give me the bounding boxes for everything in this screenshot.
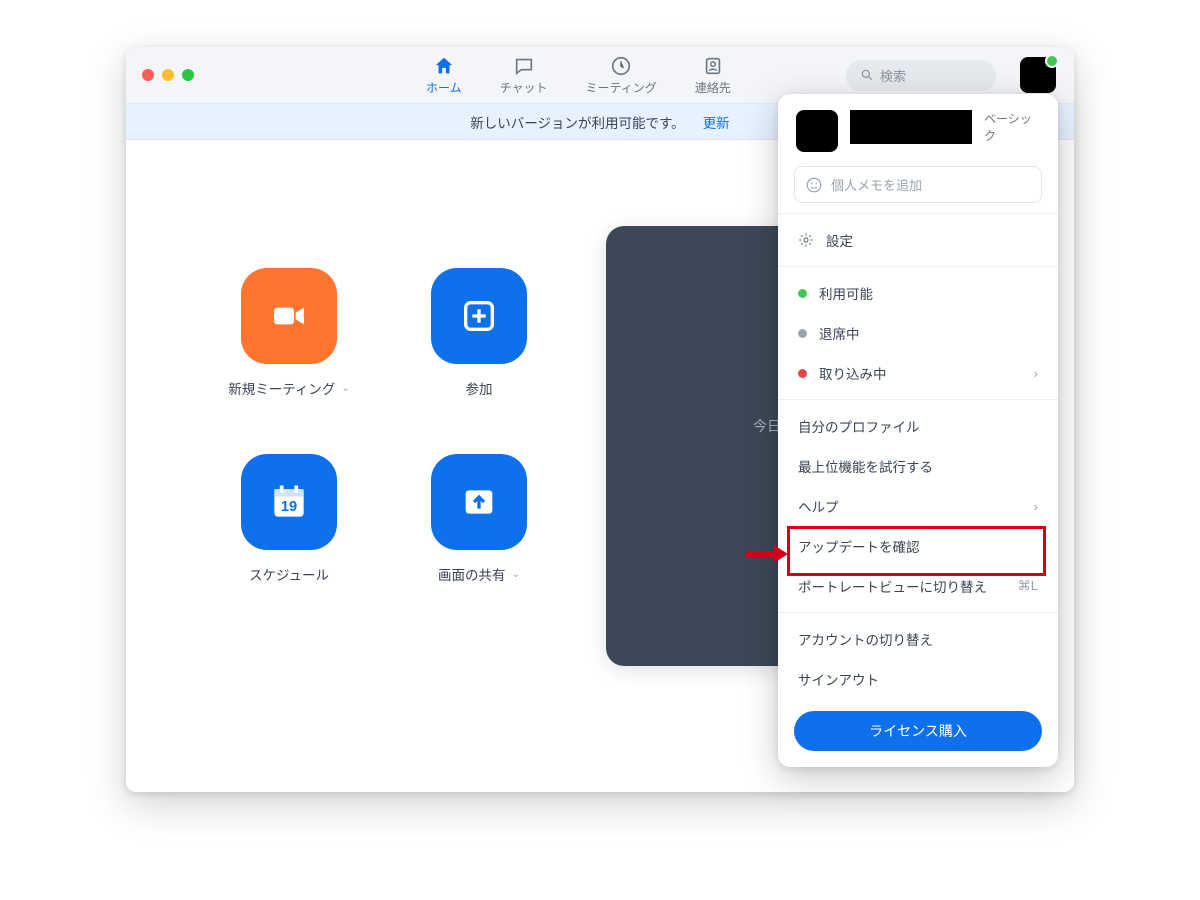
menu-try-features[interactable]: 最上位機能を試行する xyxy=(778,446,1058,486)
menu-profile-label: 自分のプロファイル xyxy=(798,416,920,436)
video-icon xyxy=(269,296,309,336)
avatar xyxy=(796,110,838,152)
nav-chat[interactable]: チャット xyxy=(500,55,548,96)
new-meeting-label: 新規ミーティング xyxy=(228,378,335,398)
join-button[interactable]: 参加 xyxy=(404,268,554,398)
join-label: 参加 xyxy=(466,378,493,398)
divider xyxy=(778,266,1058,267)
menu-settings[interactable]: 設定 xyxy=(778,220,1058,260)
menu-help[interactable]: ヘルプ › xyxy=(778,486,1058,526)
top-nav: ホーム チャット ミーティング 連絡先 xyxy=(426,55,731,96)
search-icon xyxy=(860,68,874,82)
menu-switch-account-label: アカウントの切り替え xyxy=(798,629,933,649)
menu-status-dnd[interactable]: 取り込み中 › xyxy=(778,353,1058,393)
menu-profile[interactable]: 自分のプロファイル xyxy=(778,406,1058,446)
chevron-right-icon: › xyxy=(1034,366,1038,381)
menu-try-features-label: 最上位機能を試行する xyxy=(798,456,933,476)
chevron-down-icon: ⌄ xyxy=(341,383,349,394)
clock-icon xyxy=(610,55,632,77)
status-dot-gray xyxy=(798,329,807,338)
contacts-icon xyxy=(702,55,724,77)
chevron-right-icon: › xyxy=(1034,499,1038,514)
close-window-button[interactable] xyxy=(142,69,154,81)
chevron-down-icon: ⌄ xyxy=(512,569,520,580)
menu-sign-out[interactable]: サインアウト xyxy=(778,659,1058,699)
nav-home-label: ホーム xyxy=(426,79,462,96)
status-dot-red xyxy=(798,369,807,378)
search-placeholder: 検索 xyxy=(880,66,906,85)
home-icon xyxy=(433,55,455,77)
gear-icon xyxy=(798,232,814,248)
menu-sign-out-label: サインアウト xyxy=(798,669,879,689)
status-available-label: 利用可能 xyxy=(819,283,873,303)
menu-help-label: ヘルプ xyxy=(798,496,839,516)
menu-check-update-label: アップデートを確認 xyxy=(798,536,920,556)
new-meeting-button[interactable]: 新規ミーティング ⌄ xyxy=(214,268,364,398)
schedule-button[interactable]: 19 スケジュール xyxy=(214,454,364,584)
maximize-window-button[interactable] xyxy=(182,69,194,81)
menu-status-available[interactable]: 利用可能 xyxy=(778,273,1058,313)
plan-label: ベーシック xyxy=(984,110,1040,144)
nav-meetings[interactable]: ミーティング xyxy=(586,55,657,96)
schedule-label: スケジュール xyxy=(249,564,329,584)
nav-contacts[interactable]: 連絡先 xyxy=(695,55,731,96)
menu-portrait-view[interactable]: ポートレートビューに切り替え ⌘L xyxy=(778,566,1058,606)
share-screen-label: 画面の共有 xyxy=(438,564,506,584)
update-link[interactable]: 更新 xyxy=(703,112,730,132)
buy-license-button[interactable]: ライセンス購入 xyxy=(794,711,1042,751)
status-dnd-label: 取り込み中 xyxy=(819,363,887,383)
divider xyxy=(778,399,1058,400)
status-away-label: 退席中 xyxy=(819,323,860,343)
shortcut-label: ⌘L xyxy=(1018,578,1038,594)
status-dot-green xyxy=(798,289,807,298)
menu-settings-label: 設定 xyxy=(826,230,853,250)
update-banner-text: 新しいバージョンが利用可能です。 xyxy=(470,112,684,132)
nav-chat-label: チャット xyxy=(500,79,548,96)
profile-avatar-button[interactable] xyxy=(1020,57,1056,93)
divider xyxy=(778,612,1058,613)
smiley-icon xyxy=(805,176,823,194)
chat-icon xyxy=(513,55,535,77)
nav-home[interactable]: ホーム xyxy=(426,55,462,96)
menu-portrait-view-label: ポートレートビューに切り替え xyxy=(798,576,987,596)
action-grid: 新規ミーティング ⌄ 参加 19 スケジュール 画面の共有 ⌄ xyxy=(214,268,554,584)
calendar-day: 19 xyxy=(281,499,297,515)
profile-menu: ベーシック 個人メモを追加 設定 利用可能 退席中 取り込み中 › 自分のプロフ… xyxy=(778,94,1058,767)
profile-header: ベーシック xyxy=(778,94,1058,166)
share-screen-icon xyxy=(459,482,499,522)
nav-meetings-label: ミーティング xyxy=(586,79,657,96)
plus-icon xyxy=(459,296,499,336)
share-screen-button[interactable]: 画面の共有 ⌄ xyxy=(404,454,554,584)
buy-license-label: ライセンス購入 xyxy=(869,723,967,739)
minimize-window-button[interactable] xyxy=(162,69,174,81)
calendar-icon: 19 xyxy=(267,480,311,524)
search-input[interactable]: 検索 xyxy=(846,60,996,91)
window-controls xyxy=(126,69,194,81)
menu-check-update[interactable]: アップデートを確認 xyxy=(778,526,1058,566)
personal-memo-input[interactable]: 個人メモを追加 xyxy=(794,166,1042,203)
memo-placeholder: 個人メモを追加 xyxy=(831,175,922,194)
divider xyxy=(778,213,1058,214)
menu-status-away[interactable]: 退席中 xyxy=(778,313,1058,353)
menu-switch-account[interactable]: アカウントの切り替え xyxy=(778,619,1058,659)
nav-contacts-label: 連絡先 xyxy=(695,79,731,96)
username-redacted xyxy=(850,110,972,144)
